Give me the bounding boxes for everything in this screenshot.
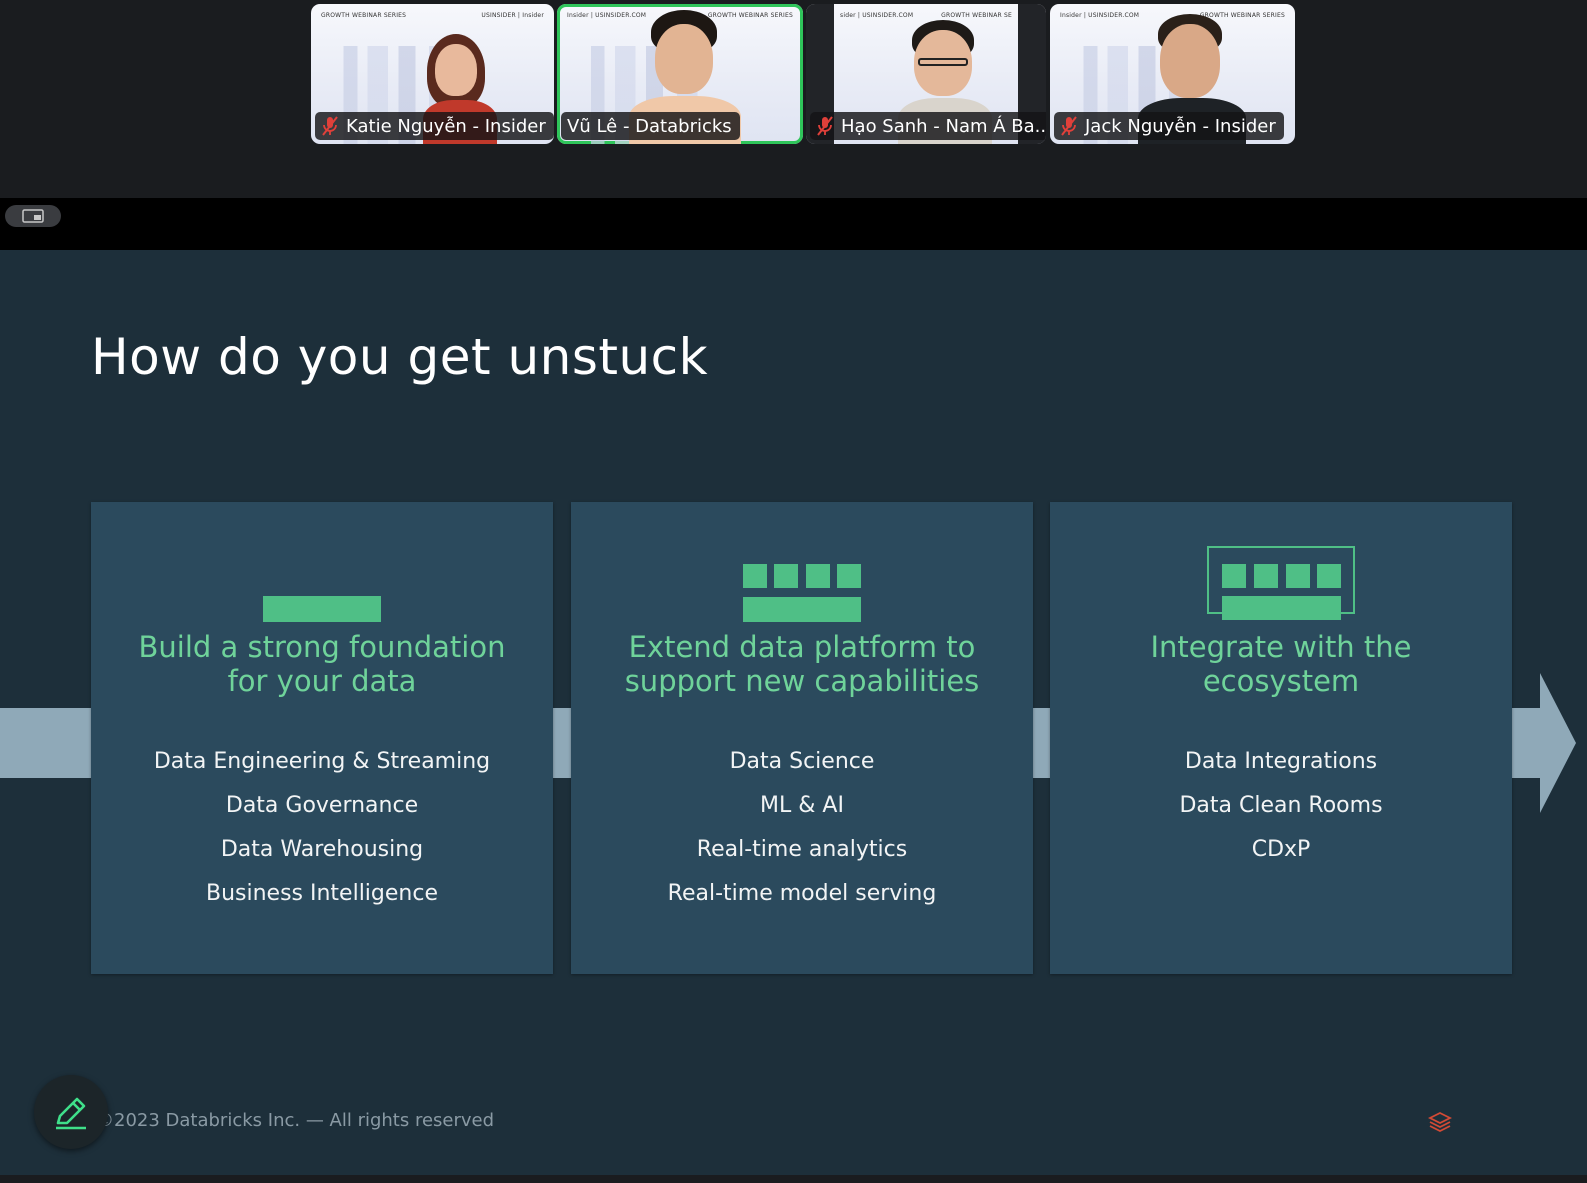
card-heading-line: support new capabilities <box>624 664 980 698</box>
card-item: Real-time model serving <box>667 881 937 906</box>
participant-name: Hạo Sanh - Nam Á Ba... <box>841 115 1046 137</box>
participant-tile[interactable]: Insider | USINSIDER.COM GROWTH WEBINAR SE… <box>1050 4 1295 144</box>
screen-share-toolbar <box>0 198 1587 250</box>
card-item: Data Engineering & Streaming <box>153 749 491 774</box>
card-heading: Build a strong foundation for your data <box>91 630 553 698</box>
participant-name-tag: Katie Nguyễn - Insider <box>315 112 554 140</box>
card-item-list: Data Integrations Data Clean Rooms CDxP <box>1050 740 1512 872</box>
participant-name-tag: Hạo Sanh - Nam Á Ba... <box>810 112 1046 140</box>
meeting-window: GROWTH WEBINAR SERIES USINSIDER | Insider… <box>0 0 1587 1183</box>
annotate-button[interactable] <box>34 1075 108 1149</box>
participant-name: Vũ Lê - Databricks <box>567 115 732 137</box>
slide-title: How do you get unstuck <box>91 328 709 386</box>
mic-off-icon <box>321 115 339 137</box>
participant-tile[interactable]: sider | USINSIDER.COM GROWTH WEBINAR SE H… <box>806 4 1046 144</box>
platform-blocks-icon <box>743 564 861 622</box>
shared-slide: How do you get unstuck Build a strong fo… <box>0 250 1587 1175</box>
slide-card-platform: Extend data platform to support new capa… <box>571 502 1033 974</box>
progress-arrow-head <box>1540 673 1576 813</box>
slide-card-ecosystem: Integrate with the ecosystem Data Integr… <box>1050 502 1512 974</box>
participant-name: Katie Nguyễn - Insider <box>346 115 546 137</box>
card-item: Data Governance <box>225 793 419 818</box>
slide-card-foundation: Build a strong foundation for your data … <box>91 502 553 974</box>
card-item: CDxP <box>1251 837 1311 862</box>
participant-name-tag: Jack Nguyễn - Insider <box>1054 112 1284 140</box>
card-item: Data Clean Rooms <box>1179 793 1383 818</box>
view-options-button[interactable] <box>5 205 61 227</box>
card-item-list: Data Engineering & Streaming Data Govern… <box>91 740 553 916</box>
databricks-logo-icon <box>1427 1110 1453 1134</box>
ecosystem-frame-icon <box>1207 546 1355 620</box>
participant-tile[interactable]: GROWTH WEBINAR SERIES USINSIDER | Insider… <box>311 4 554 144</box>
card-heading-line: Build a strong foundation <box>138 630 506 664</box>
screen-layout-icon <box>22 209 44 223</box>
card-item: Data Science <box>729 749 875 774</box>
card-item: Business Intelligence <box>205 881 438 906</box>
pencil-icon <box>56 1097 86 1130</box>
foundation-bar-icon <box>263 596 381 622</box>
card-item: Data Warehousing <box>220 837 424 862</box>
card-item: Real-time analytics <box>696 837 908 862</box>
card-heading: Integrate with the ecosystem <box>1050 630 1512 698</box>
card-heading-line: Integrate with the <box>1150 630 1412 664</box>
mic-off-icon <box>1060 115 1078 137</box>
card-item: Data Integrations <box>1184 749 1378 774</box>
card-heading-line: ecosystem <box>1202 664 1360 698</box>
participant-name: Jack Nguyễn - Insider <box>1085 115 1276 137</box>
participant-name-tag: Vũ Lê - Databricks <box>561 112 740 140</box>
card-heading-line: Extend data platform to <box>628 630 976 664</box>
participant-tile-active-speaker[interactable]: Insider | USINSIDER.COM GROWTH WEBINAR SE… <box>557 4 803 144</box>
mic-off-icon <box>816 115 834 137</box>
card-item: ML & AI <box>760 793 844 818</box>
card-heading-line: for your data <box>227 664 417 698</box>
background-branding: GROWTH WEBINAR SERIES USINSIDER | Insider <box>321 12 544 19</box>
participant-video-strip: GROWTH WEBINAR SERIES USINSIDER | Insider… <box>0 0 1587 198</box>
slide-footer: ©2023 Databricks Inc. — All rights reser… <box>96 1110 495 1131</box>
card-heading: Extend data platform to support new capa… <box>571 630 1033 698</box>
card-item-list: Data Science ML & AI Real-time analytics… <box>571 740 1033 916</box>
